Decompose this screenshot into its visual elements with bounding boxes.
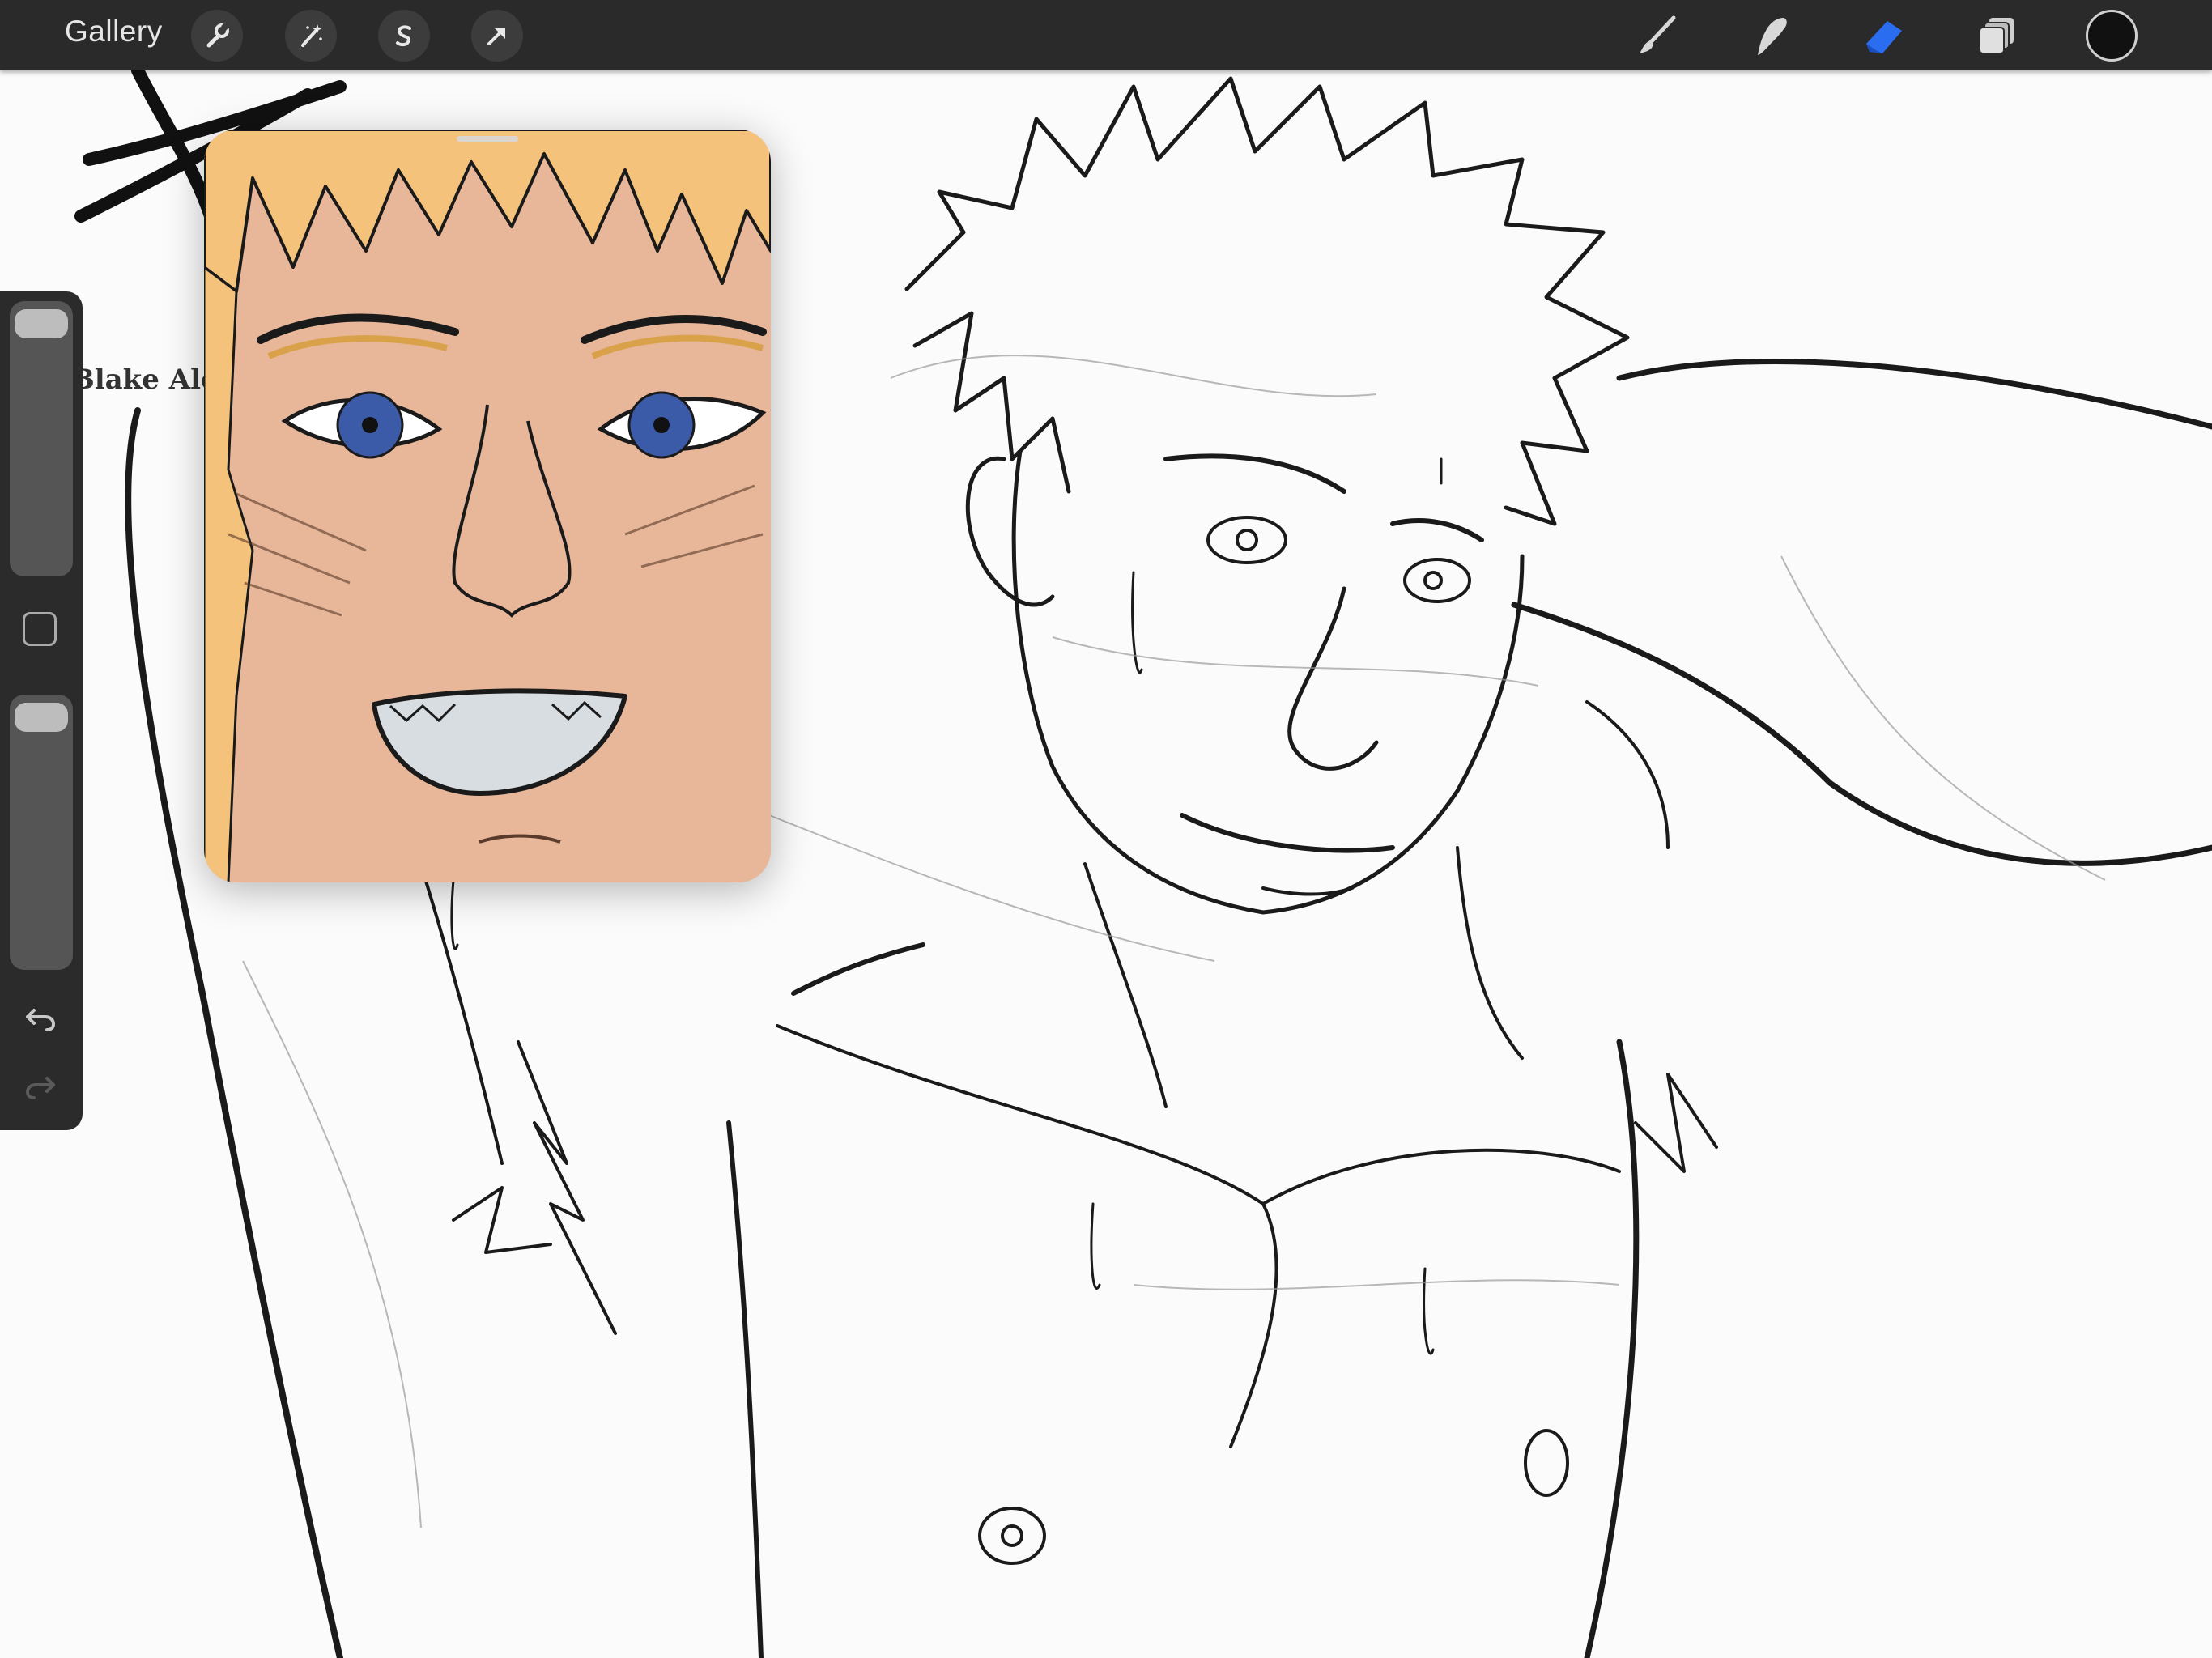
selection-button[interactable] <box>378 10 430 62</box>
undo-icon <box>26 1009 56 1031</box>
layers-button[interactable] <box>1969 8 2026 63</box>
brush-size-slider-thumb[interactable] <box>15 309 68 338</box>
reference-image <box>204 130 771 882</box>
brush-button[interactable] <box>1629 8 1686 63</box>
opacity-slider-thumb[interactable] <box>15 703 68 732</box>
eraser-icon <box>1866 21 1902 53</box>
square-modifier-icon[interactable] <box>23 612 57 646</box>
smudge-button[interactable] <box>1742 8 1799 63</box>
brush-size-slider[interactable] <box>10 301 73 576</box>
undo-button[interactable] <box>18 994 63 1039</box>
reference-window-grabber[interactable] <box>457 136 518 142</box>
arrow-cursor-icon <box>487 28 505 45</box>
color-swatch-button[interactable] <box>2086 10 2138 62</box>
wrench-icon <box>206 23 229 48</box>
reference-window[interactable] <box>204 130 771 882</box>
adjustments-button[interactable] <box>285 10 337 62</box>
redo-icon <box>25 1077 55 1099</box>
redo-button[interactable] <box>18 1062 63 1107</box>
top-toolbar: Gallery <box>0 0 2212 70</box>
brush-icon <box>1640 15 1676 53</box>
actions-wrench-button[interactable] <box>191 10 243 62</box>
smudge-finger-icon <box>1758 18 1787 55</box>
side-toolbar <box>0 291 83 1130</box>
opacity-slider[interactable] <box>10 695 73 970</box>
layers-icon <box>1979 18 2014 54</box>
gallery-button[interactable]: Gallery <box>65 15 163 49</box>
transform-button[interactable] <box>471 10 523 62</box>
magic-wand-icon <box>301 24 322 47</box>
selection-s-icon <box>396 25 411 47</box>
eraser-button[interactable] <box>1856 8 1912 63</box>
